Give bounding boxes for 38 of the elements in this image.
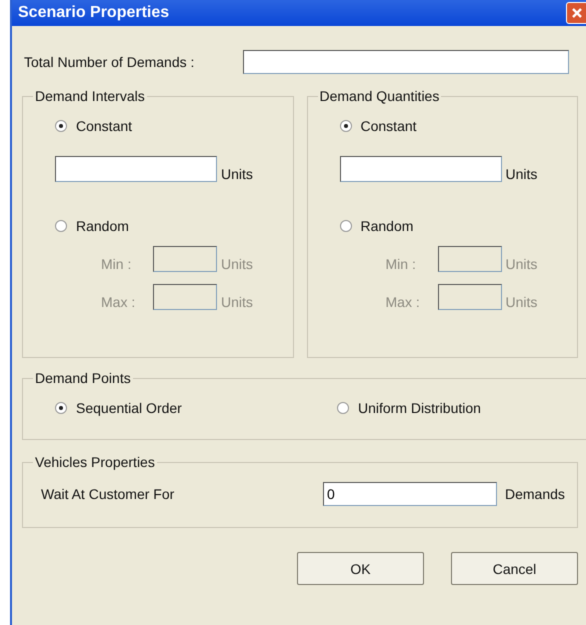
radio-label: Constant — [76, 118, 132, 134]
group-title: Demand Points — [34, 370, 132, 386]
unit-label: Units — [221, 166, 253, 182]
field-label: Total Number of Demands : — [23, 54, 196, 70]
radio-label: Sequential Order — [76, 400, 182, 416]
group-title: Demand Intervals — [34, 88, 146, 104]
value-field[interactable] — [55, 156, 217, 182]
radio-label: Constant — [360, 118, 417, 134]
unit-label: Units — [506, 294, 538, 310]
radio-button[interactable] — [55, 220, 67, 232]
radio-button[interactable] — [337, 402, 349, 414]
range-label: Max : — [101, 294, 136, 310]
unit-label: Units — [506, 256, 538, 272]
radio-label: Random — [360, 218, 414, 234]
close-button[interactable] — [566, 2, 586, 24]
radio-button[interactable] — [340, 220, 352, 232]
radio-label: Random — [76, 218, 129, 234]
range-label: Max : — [386, 294, 421, 310]
window-title: Scenario Properties — [17, 4, 170, 22]
close-icon — [571, 7, 583, 19]
unit-label: Units — [506, 166, 538, 182]
radio-button[interactable] — [55, 120, 67, 132]
total-demands-field[interactable] — [243, 50, 569, 74]
dialog-button[interactable]: OK — [297, 552, 424, 585]
wait-field[interactable]: 0 — [323, 482, 497, 506]
dialog-button[interactable]: Cancel — [451, 552, 578, 585]
unit-label: Units — [221, 256, 253, 272]
group-title: Vehicles Properties — [34, 454, 156, 470]
range-label: Min : — [101, 256, 132, 272]
range-label: Min : — [386, 256, 417, 272]
field-label: Wait At Customer For — [40, 486, 176, 502]
radio-button[interactable] — [340, 120, 352, 132]
radio-button[interactable] — [55, 402, 67, 414]
value-field[interactable] — [340, 156, 502, 182]
unit-label: Units — [221, 294, 253, 310]
group-title: Demand Quantities — [318, 88, 440, 104]
radio-label: Uniform Distribution — [358, 400, 481, 416]
unit-label: Demands — [505, 486, 565, 502]
